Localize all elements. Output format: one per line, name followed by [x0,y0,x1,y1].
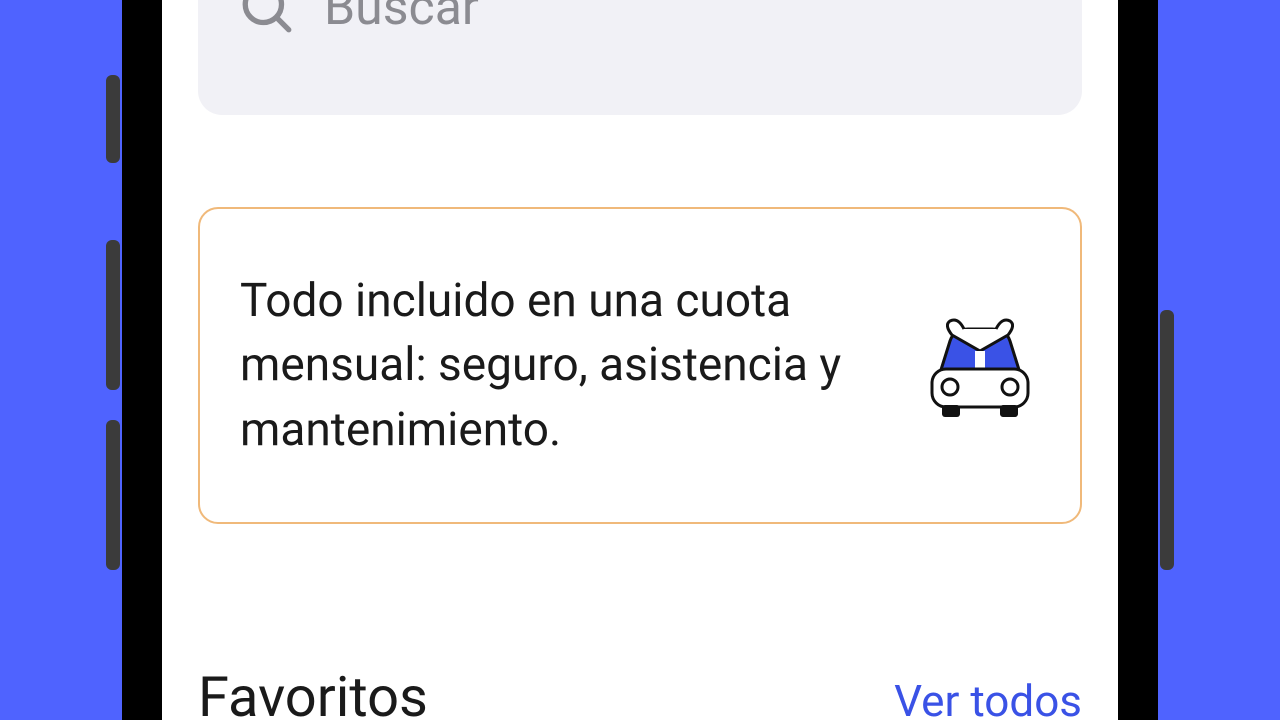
phone-power-button [1160,310,1174,570]
phone-volume-up-button [106,240,120,390]
search-placeholder: Buscar [324,0,479,37]
phone-mute-switch [106,75,120,163]
phone-frame: Buscar Todo incluido en una cuota mensua… [122,0,1158,720]
promo-card[interactable]: Todo incluido en una cuota mensual: segu… [198,207,1082,524]
favorites-header: Favoritos Ver todos [198,664,1082,720]
promo-text: Todo incluido en una cuota mensual: segu… [240,269,880,462]
screen: Buscar Todo incluido en una cuota mensua… [162,0,1118,720]
car-gift-icon [920,311,1040,421]
search-icon [238,0,296,37]
phone-volume-down-button [106,420,120,570]
search-input[interactable]: Buscar [198,0,1082,115]
favorites-title: Favoritos [198,664,428,720]
see-all-link[interactable]: Ver todos [894,675,1082,720]
